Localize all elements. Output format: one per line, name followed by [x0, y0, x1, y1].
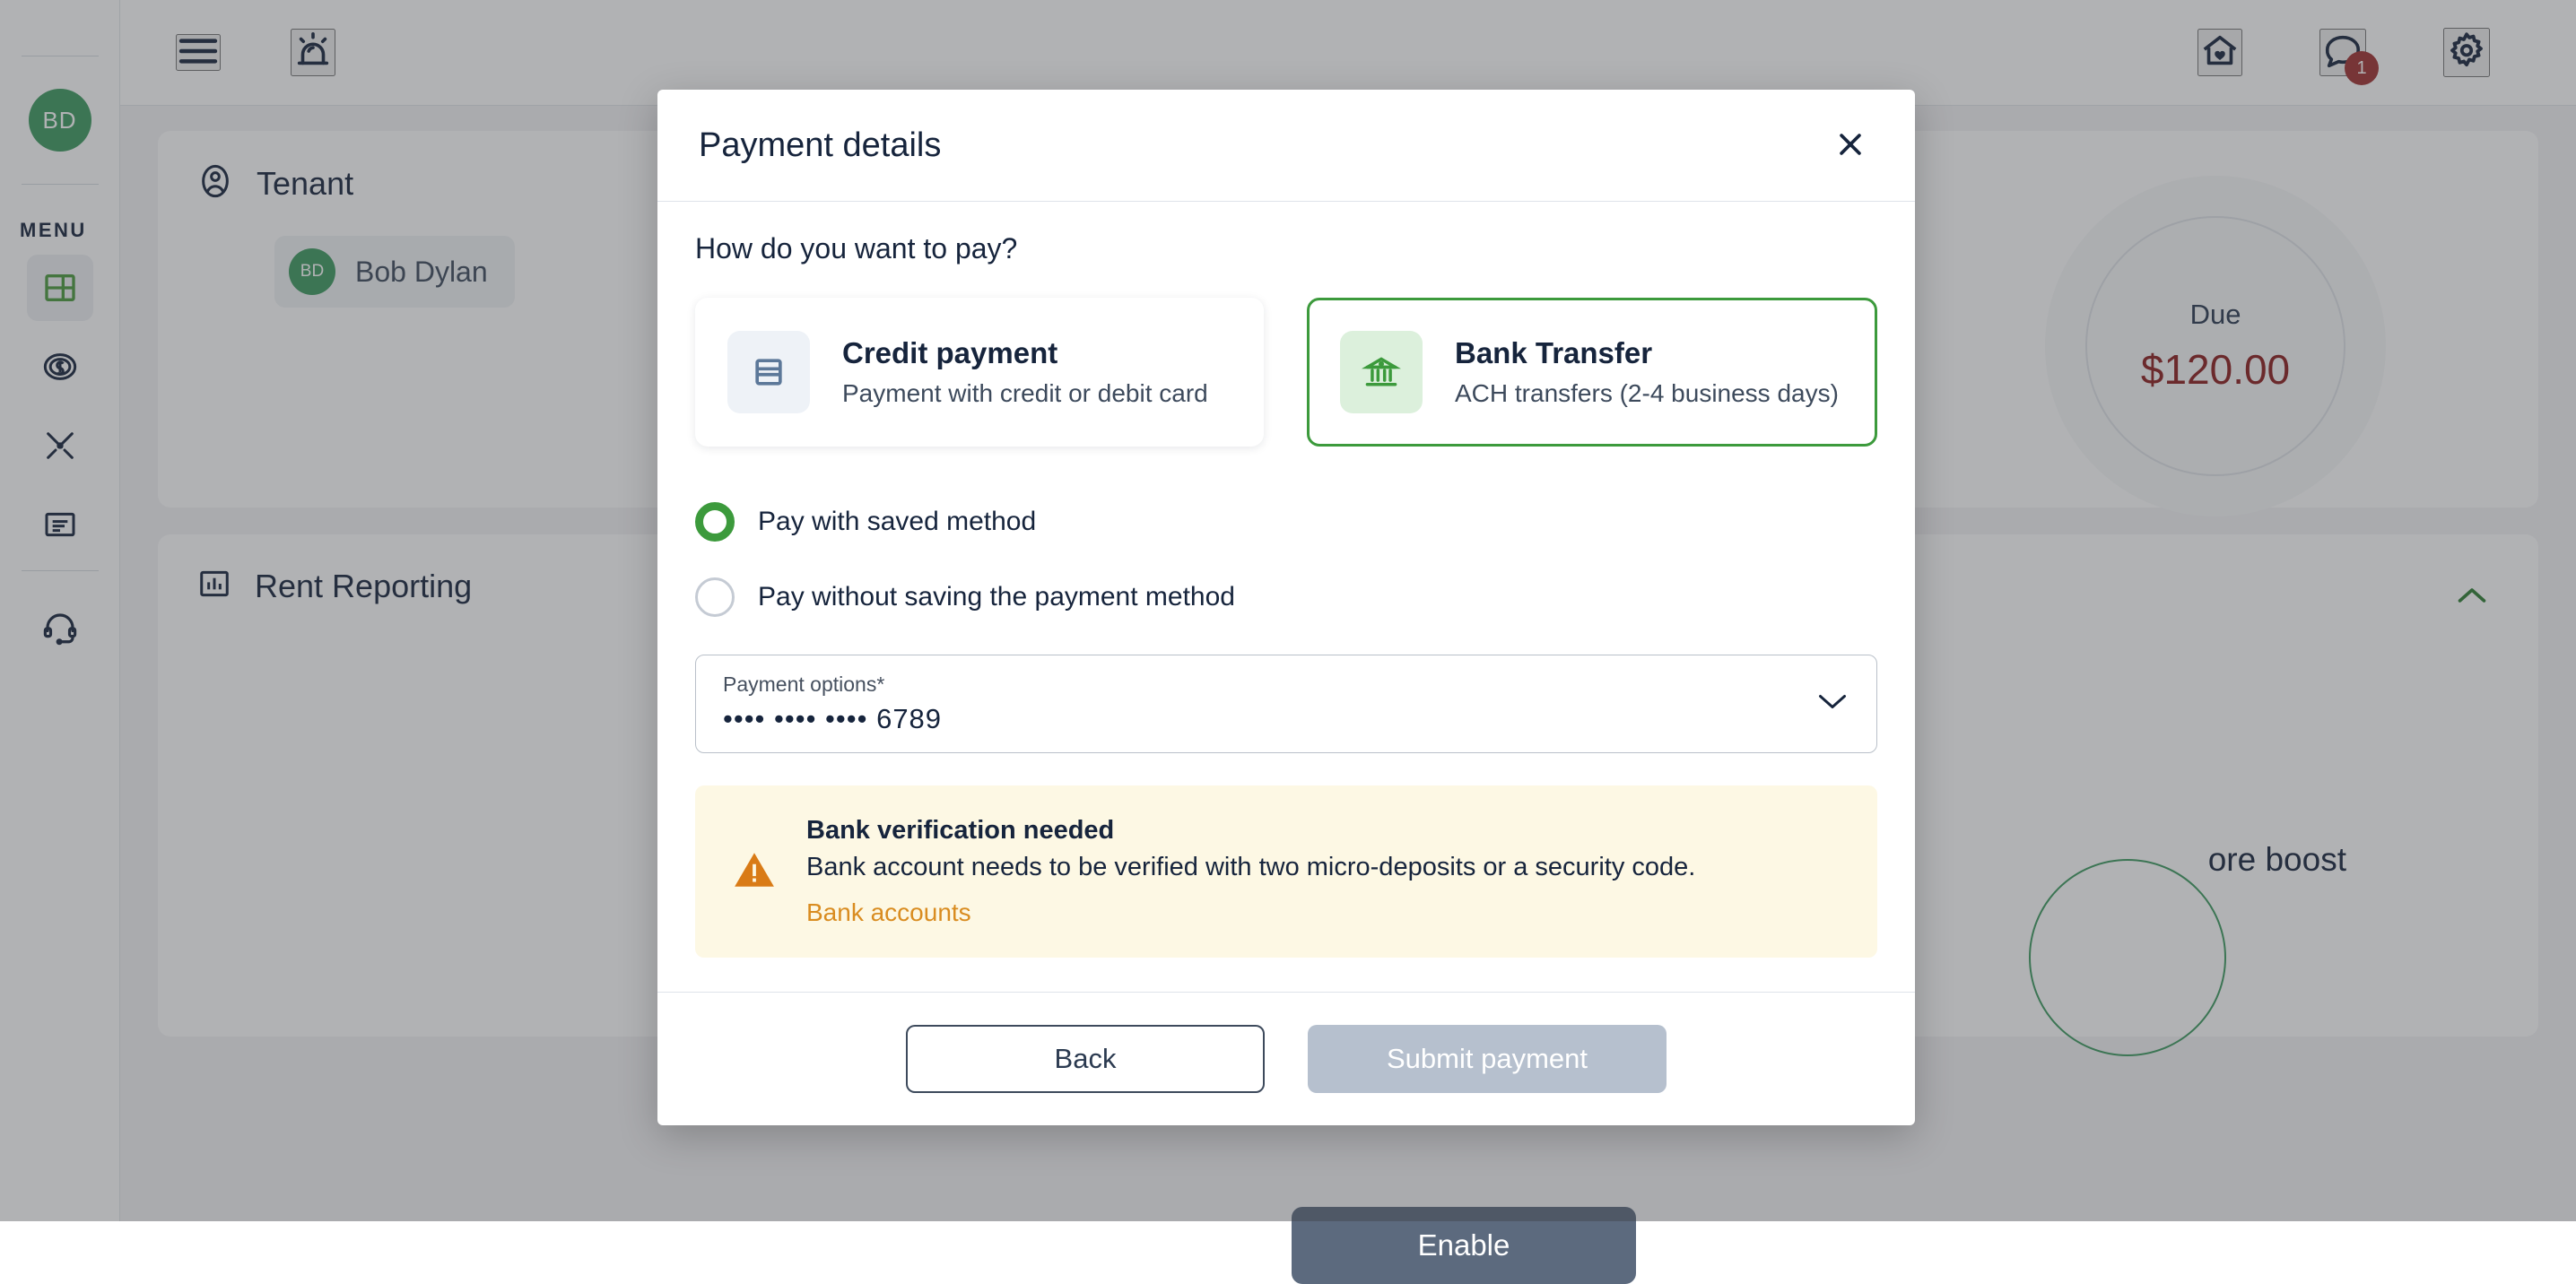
payment-details-modal: Payment details How do you want to pay?: [657, 90, 1915, 1125]
bank-verification-alert-text: Bank verification needed Bank account ne…: [806, 816, 1695, 927]
modal-title: Payment details: [699, 126, 941, 165]
payment-method-credit-desc: Payment with credit or debit card: [842, 379, 1208, 408]
payment-method-credit-name: Credit payment: [842, 336, 1208, 370]
payment-method-credit-text: Credit payment Payment with credit or de…: [842, 336, 1208, 408]
bank-accounts-link[interactable]: Bank accounts: [806, 898, 971, 926]
payment-method-bank-name: Bank Transfer: [1455, 336, 1839, 370]
payment-method-bank-text: Bank Transfer ACH transfers (2-4 busines…: [1455, 336, 1839, 408]
credit-card-icon: [727, 331, 810, 413]
modal-footer: Back Submit payment: [657, 993, 1915, 1125]
payment-method-bank[interactable]: Bank Transfer ACH transfers (2-4 busines…: [1307, 298, 1877, 447]
modal-header: Payment details: [657, 90, 1915, 202]
payment-options-caption: Payment options*: [723, 672, 1849, 697]
back-button[interactable]: Back: [906, 1025, 1265, 1093]
bank-verification-alert: Bank verification needed Bank account ne…: [695, 785, 1877, 958]
payment-options-value: •••• •••• •••• 6789: [723, 703, 1849, 735]
alert-title: Bank verification needed: [806, 816, 1695, 846]
chevron-down-icon[interactable]: [1815, 691, 1849, 717]
close-icon: [1835, 129, 1866, 162]
bank-icon: [1340, 331, 1423, 413]
payment-method-credit[interactable]: Credit payment Payment with credit or de…: [695, 298, 1264, 447]
radio-pay-with-saved-label: Pay with saved method: [758, 507, 1036, 537]
radio-pay-without-saving[interactable]: Pay without saving the payment method: [695, 577, 1877, 617]
warning-triangle-icon: [731, 847, 778, 897]
payment-options-select[interactable]: Payment options* •••• •••• •••• 6789: [695, 655, 1877, 753]
radio-pay-with-saved[interactable]: Pay with saved method: [695, 502, 1877, 542]
payment-question: How do you want to pay?: [695, 232, 1877, 265]
radio-pay-without-saving-input[interactable]: [695, 577, 735, 617]
payment-method-bank-desc: ACH transfers (2-4 business days): [1455, 379, 1839, 408]
alert-message: Bank account needs to be verified with t…: [806, 853, 1695, 882]
radio-pay-without-saving-label: Pay without saving the payment method: [758, 582, 1235, 612]
modal-body: How do you want to pay? Credit payment P…: [657, 202, 1915, 993]
modal-close-button[interactable]: [1827, 122, 1874, 169]
radio-pay-with-saved-input[interactable]: [695, 502, 735, 542]
submit-payment-button[interactable]: Submit payment: [1308, 1025, 1667, 1093]
payment-method-list: Credit payment Payment with credit or de…: [695, 298, 1877, 447]
